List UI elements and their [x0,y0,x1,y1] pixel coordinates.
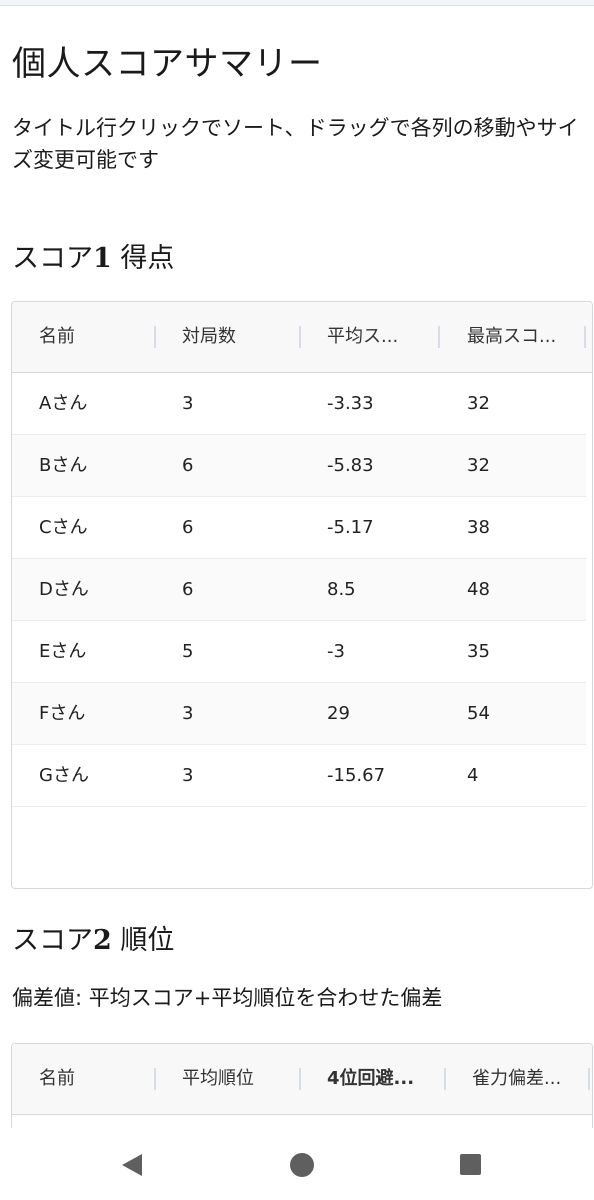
deviation-note: 偏差値: 平均スコア+平均順位を合わせた偏差 [12,986,443,1010]
column-resize-handle[interactable] [588,1068,590,1090]
cell-name: Eさん [39,641,87,662]
table-row[interactable]: Aさん 3 -3.33 32 [12,373,586,435]
column-header-average-score[interactable]: 平均ス... [327,302,398,372]
page-title: 個人スコアサマリー [12,44,323,84]
cell-average-score: -3.33 [327,393,374,414]
table-row[interactable]: Eさん 5 -3 35 [12,621,586,683]
android-navigation-bar [0,1128,594,1200]
section-title-suffix: 順位 [111,925,175,956]
cell-max-score: 32 [467,455,490,476]
cell-max-score: 54 [467,703,490,724]
column-header-avoid-fourth[interactable]: 4位回避... [327,1044,414,1114]
cell-average-score: -15.67 [327,765,386,786]
cell-name: Fさん [39,703,86,724]
cell-name: Aさん [39,393,88,414]
score1-grid-header: 名前 対局数 平均ス... 最高スコ... [12,302,592,373]
column-resize-handle[interactable] [584,326,586,348]
score1-grid: 名前 対局数 平均ス... 最高スコ... Aさん 3 -3.33 32 Bさん… [11,301,593,889]
table-row[interactable]: Cさん 6 -5.17 38 [12,497,586,559]
cell-max-score: 48 [467,579,490,600]
cell-name: Dさん [39,579,89,600]
column-resize-handle[interactable] [299,1068,301,1090]
column-header-skill-deviation[interactable]: 雀力偏差... [472,1044,561,1114]
cell-average-score: -3 [327,641,345,662]
cell-average-score: -5.17 [327,517,374,538]
cell-games: 6 [182,517,194,538]
cell-average-score: 29 [327,703,350,724]
cell-max-score: 38 [467,517,490,538]
table-row[interactable]: Bさん 6 -5.83 32 [12,435,586,497]
cell-average-score: -5.83 [327,455,374,476]
column-header-name[interactable]: 名前 [39,302,75,372]
cell-max-score: 32 [467,393,490,414]
column-header-games[interactable]: 対局数 [182,302,236,372]
column-resize-handle[interactable] [438,326,440,348]
column-resize-handle[interactable] [154,1068,156,1090]
cell-games: 6 [182,579,194,600]
section-title-score2: スコア2 順位 [12,918,174,957]
back-icon[interactable] [122,1154,142,1176]
table-row[interactable]: Gさん 3 -15.67 4 [12,745,586,807]
cell-max-score: 35 [467,641,490,662]
table-row[interactable]: Fさん 3 29 54 [12,683,586,745]
cell-games: 5 [182,641,194,662]
score2-grid-header: 名前 平均順位 4位回避... 雀力偏差... [12,1044,592,1115]
column-header-name[interactable]: 名前 [39,1044,75,1114]
cell-games: 3 [182,765,194,786]
section-title-score1: スコア1 得点 [12,236,174,275]
table-row[interactable]: Dさん 6 8.5 48 [12,559,586,621]
cell-games: 6 [182,455,194,476]
cell-name: Bさん [39,455,88,476]
cell-games: 3 [182,393,194,414]
column-resize-handle[interactable] [154,326,156,348]
section-title-prefix: スコア [12,925,93,956]
column-resize-handle[interactable] [444,1068,446,1090]
home-icon[interactable] [290,1153,314,1177]
cell-average-score: 8.5 [327,579,356,600]
section-title-number: 1 [93,243,112,274]
cell-name: Gさん [39,765,89,786]
cell-max-score: 4 [467,765,479,786]
page-description: タイトル行クリックでソート、ドラッグで各列の移動やサイズ変更可能です [12,116,579,172]
section-title-number: 2 [93,925,112,956]
column-header-max-score[interactable]: 最高スコ... [467,302,556,372]
section-title-suffix: 得点 [111,243,175,274]
column-header-average-rank[interactable]: 平均順位 [182,1044,254,1114]
cell-name: Cさん [39,517,88,538]
recent-apps-icon[interactable] [460,1154,481,1175]
section-title-prefix: スコア [12,243,93,274]
page-content: 個人スコアサマリー タイトル行クリックでソート、ドラッグで各列の移動やサイズ変更… [0,0,594,1128]
column-resize-handle[interactable] [299,326,301,348]
cell-games: 3 [182,703,194,724]
score2-grid: 名前 平均順位 4位回避... 雀力偏差... [11,1043,593,1128]
